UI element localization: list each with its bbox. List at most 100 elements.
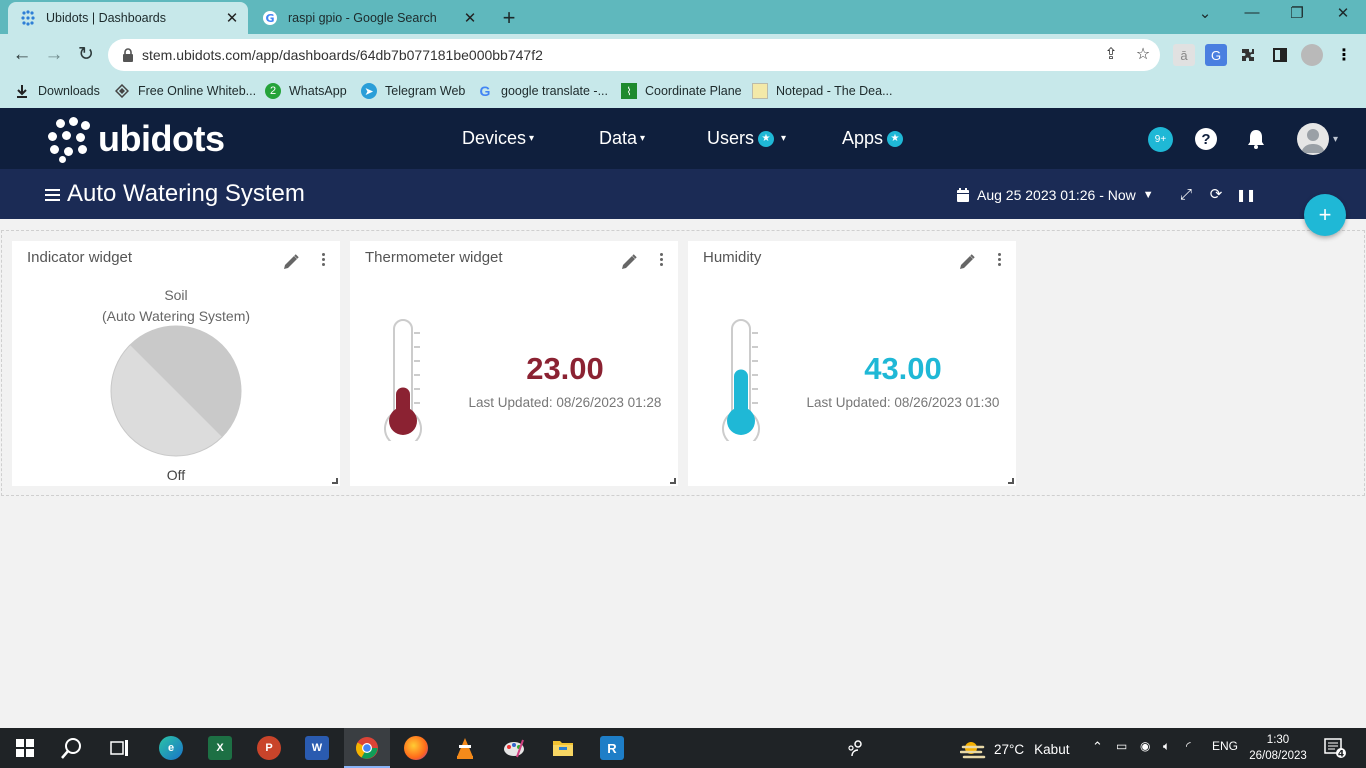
task-view-icon[interactable] xyxy=(108,736,132,760)
nav-users[interactable]: Users ★ ▾ xyxy=(707,128,786,149)
bookmark-google-translate[interactable]: G google translate -... xyxy=(477,83,608,99)
system-clock[interactable]: 1:30 26/08/2023 xyxy=(1246,732,1310,764)
bell-icon[interactable] xyxy=(1245,128,1267,150)
edit-pencil-icon[interactable] xyxy=(620,253,638,271)
tab-ubidots[interactable]: Ubidots | Dashboards ✕ xyxy=(8,2,248,34)
telegram-icon: ➤ xyxy=(361,83,377,99)
notifications-count-badge[interactable]: 9+ xyxy=(1148,127,1173,152)
wifi-icon[interactable]: ◜ xyxy=(1186,739,1191,753)
action-center-icon[interactable]: 4 xyxy=(1324,736,1346,760)
share-icon[interactable]: ⇪ xyxy=(1102,46,1120,64)
nav-devices[interactable]: Devices ▾ xyxy=(462,128,534,149)
indicator-variable-label: Soil (Auto Watering System) xyxy=(12,285,340,327)
bookmark-coordinate-plane[interactable]: ⌇ Coordinate Plane xyxy=(621,83,742,99)
bookmark-notepad[interactable]: Notepad - The Dea... xyxy=(752,83,893,99)
reload-icon[interactable]: ↻ xyxy=(74,43,98,67)
ubidots-logo-icon xyxy=(46,117,90,163)
paint-icon[interactable] xyxy=(502,736,526,760)
minimize-icon[interactable]: — xyxy=(1238,4,1266,21)
tab-close-icon[interactable]: ✕ xyxy=(460,9,480,27)
excel-icon[interactable]: X xyxy=(208,736,232,760)
address-bar[interactable]: stem.ubidots.com/app/dashboards/64db7b07… xyxy=(108,39,1160,71)
resize-handle[interactable] xyxy=(670,478,676,484)
dashboard-title: Auto Watering System xyxy=(67,180,305,207)
user-avatar[interactable] xyxy=(1297,123,1329,155)
add-widget-button[interactable]: + xyxy=(1304,194,1346,236)
ubidots-logo[interactable]: ubidots xyxy=(46,117,225,163)
tab-google-search[interactable]: G raspi gpio - Google Search ✕ xyxy=(250,2,486,34)
resize-handle[interactable] xyxy=(332,478,338,484)
bookmark-whatsapp[interactable]: 2 WhatsApp xyxy=(265,83,347,99)
chrome-icon[interactable] xyxy=(355,736,379,760)
temperature-value: 23.00 xyxy=(526,351,604,386)
download-icon xyxy=(14,83,30,99)
pause-icon[interactable]: ❚❚ xyxy=(1236,187,1256,203)
bookmarks-bar: Downloads Free Online Whiteb... 2 WhatsA… xyxy=(0,76,1366,108)
tab-close-icon[interactable]: ✕ xyxy=(222,9,242,27)
window-close-icon[interactable]: ✕ xyxy=(1329,4,1357,22)
new-tab-button[interactable]: + xyxy=(497,5,521,31)
weather-widget[interactable]: 27°C Kabut xyxy=(960,739,1069,759)
back-arrow-icon[interactable]: ← xyxy=(10,43,34,67)
last-updated-text: Last Updated: 08/26/2023 01:30 xyxy=(806,395,1000,410)
volume-icon[interactable]: 🔈︎ xyxy=(1163,739,1170,754)
edit-pencil-icon[interactable] xyxy=(958,253,976,271)
file-explorer-icon[interactable] xyxy=(551,736,575,760)
google-favicon-icon: G xyxy=(262,10,278,26)
language-indicator[interactable]: ENG xyxy=(1212,739,1238,753)
resize-handle[interactable] xyxy=(1008,478,1014,484)
people-icon[interactable] xyxy=(844,736,868,760)
edit-pencil-icon[interactable] xyxy=(282,253,300,271)
caret-down-icon: ▾ xyxy=(529,133,535,144)
bookmark-telegram[interactable]: ➤ Telegram Web xyxy=(361,83,465,99)
widget-menu-icon[interactable] xyxy=(996,253,1002,271)
extensions-puzzle-icon[interactable] xyxy=(1237,44,1259,66)
profile-avatar-icon[interactable] xyxy=(1301,44,1323,66)
webcam-icon[interactable]: ◉ xyxy=(1140,739,1150,753)
thermometer-widget: Thermometer widget 23.00 Last Updated: 0… xyxy=(350,241,678,486)
tray-chevron-icon[interactable]: ⌃ xyxy=(1092,739,1103,755)
chrome-menu-icon[interactable]: ⋮ xyxy=(1333,44,1355,66)
browser-toolbar: ← → ↻ stem.ubidots.com/app/dashboards/64… xyxy=(0,34,1366,76)
url-text: stem.ubidots.com/app/dashboards/64db7b07… xyxy=(142,47,543,63)
word-icon[interactable]: W xyxy=(305,736,329,760)
widget-menu-icon[interactable] xyxy=(320,253,326,271)
firefox-icon[interactable] xyxy=(404,736,428,760)
bookmark-whiteboard[interactable]: Free Online Whiteb... xyxy=(114,83,256,99)
bookmark-star-icon[interactable]: ☆ xyxy=(1134,46,1152,64)
caret-down-icon: ▾ xyxy=(781,133,787,144)
notepad-icon xyxy=(752,83,768,99)
edge-icon[interactable]: e xyxy=(159,736,183,760)
translate-extension-icon[interactable]: G xyxy=(1205,44,1227,66)
windows-start-icon[interactable] xyxy=(13,736,37,760)
humidity-value: 43.00 xyxy=(864,351,942,386)
restore-icon[interactable]: ❐ xyxy=(1283,4,1311,22)
widget-title: Humidity xyxy=(703,249,762,266)
fog-weather-icon xyxy=(960,742,986,759)
nav-apps[interactable]: Apps ★ xyxy=(842,128,904,149)
powerpoint-icon[interactable]: P xyxy=(257,736,281,760)
extension-a-icon[interactable]: ā xyxy=(1173,44,1195,66)
date-range-picker[interactable]: Aug 25 2023 01:26 - Now ▼ xyxy=(957,187,1154,203)
indicator-device-label: (Auto Watering System) xyxy=(101,308,251,324)
caret-down-icon[interactable]: ▾ xyxy=(1333,134,1338,145)
hamburger-menu-icon[interactable] xyxy=(45,189,60,201)
nav-data[interactable]: Data ▾ xyxy=(599,128,645,149)
refresh-icon[interactable]: ⟳ xyxy=(1208,187,1224,203)
help-icon[interactable]: ? xyxy=(1195,128,1217,150)
bookmark-downloads[interactable]: Downloads xyxy=(14,83,100,99)
google-icon: G xyxy=(479,83,491,99)
widget-menu-icon[interactable] xyxy=(658,253,664,271)
battery-icon[interactable]: ▭ xyxy=(1116,739,1127,753)
forward-arrow-icon[interactable]: → xyxy=(42,43,66,67)
fullscreen-icon[interactable]: ⤢ xyxy=(1178,187,1194,203)
vlc-icon[interactable] xyxy=(453,736,477,760)
rstudio-icon[interactable]: R xyxy=(600,736,624,760)
star-badge-icon: ★ xyxy=(758,130,775,147)
side-panel-icon[interactable] xyxy=(1269,44,1291,66)
search-icon[interactable] xyxy=(60,736,84,760)
tab-search-chevron-icon[interactable]: ⌄ xyxy=(1191,4,1219,22)
brand-name: ubidots xyxy=(98,118,225,159)
svg-text:G: G xyxy=(265,12,274,25)
coordinate-plane-icon: ⌇ xyxy=(621,83,637,99)
